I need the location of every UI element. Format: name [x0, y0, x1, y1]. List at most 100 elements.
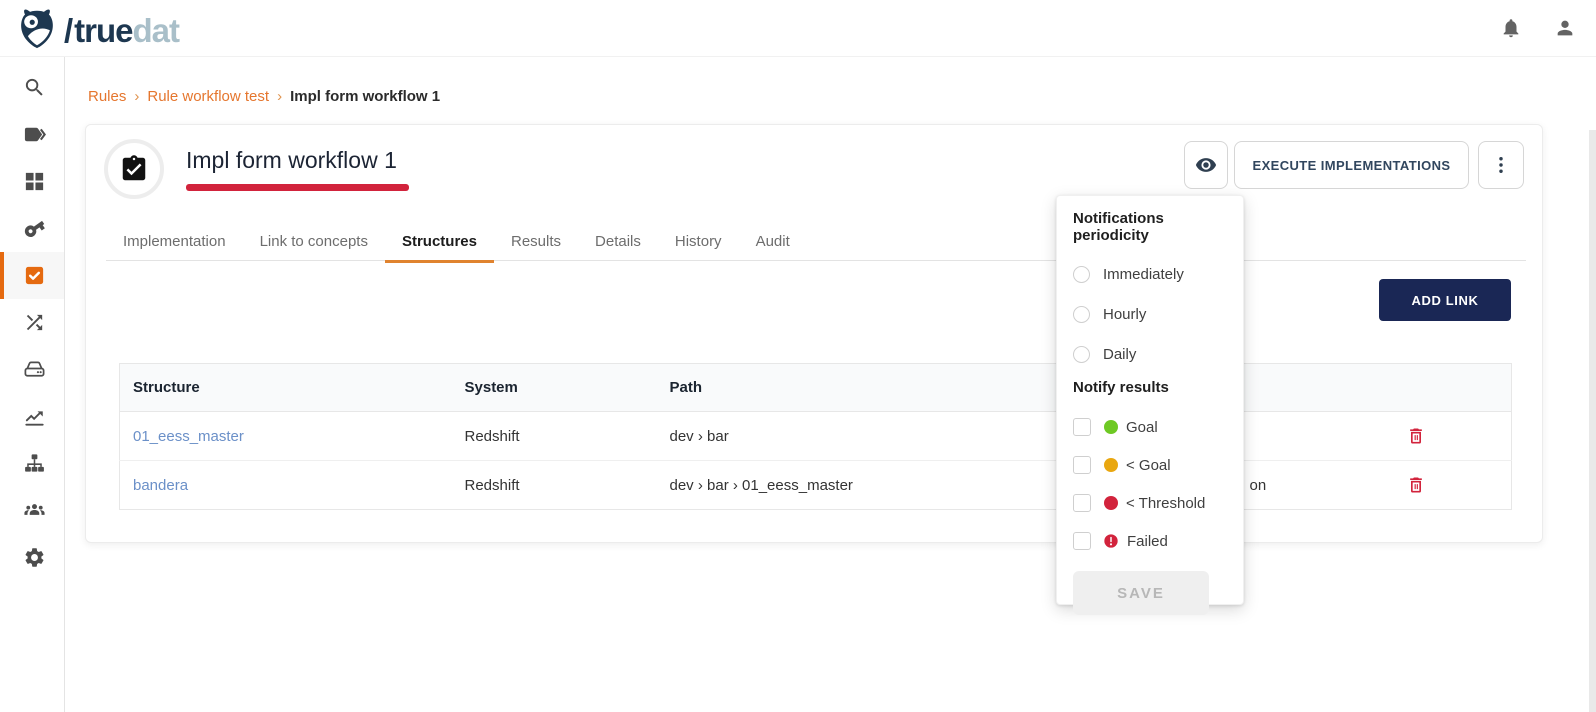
- implementation-avatar: [104, 139, 164, 199]
- search-icon: [23, 76, 46, 99]
- delete-trash-icon[interactable]: [1406, 426, 1426, 446]
- table-row: 01_eess_master Redshift dev › bar: [120, 412, 1512, 461]
- implementation-card: Impl form workflow 1 EXECUTE IMPLEMENTAT…: [85, 124, 1543, 543]
- owl-logo-icon: [14, 6, 60, 55]
- periodicity-option-hourly[interactable]: Hourly: [1073, 302, 1227, 326]
- column-header-path: Path: [657, 364, 1082, 412]
- sidebar-item-rules[interactable]: [0, 252, 64, 299]
- sidebar-item-tags[interactable]: [0, 111, 64, 158]
- breadcrumb-separator: ›: [277, 88, 282, 105]
- tab-bar: Implementation Link to concepts Structur…: [106, 223, 1526, 261]
- breadcrumb-separator: ›: [134, 88, 139, 105]
- sidebar-item-systems[interactable]: [0, 346, 64, 393]
- add-link-button[interactable]: ADD LINK: [1379, 279, 1511, 321]
- checkbox-label: < Threshold: [1126, 495, 1205, 512]
- tab-structures[interactable]: Structures: [385, 223, 494, 263]
- tab-audit[interactable]: Audit: [739, 223, 807, 263]
- sidebar-nav: [0, 57, 65, 712]
- truedat-logo[interactable]: /truedat: [14, 6, 179, 55]
- checkbox-failed[interactable]: [1073, 532, 1091, 550]
- rules-checkbox-icon: [23, 264, 46, 287]
- checkbox-below-threshold[interactable]: [1073, 494, 1091, 512]
- top-bar: /truedat: [0, 0, 1596, 57]
- table-header-row: Structure System Path: [120, 364, 1512, 412]
- notifications-popup: Notifications periodicity Immediately Ho…: [1056, 195, 1244, 605]
- radio-hourly[interactable]: [1073, 306, 1090, 323]
- column-header-actions: [1322, 364, 1512, 412]
- below-goal-status-dot: [1104, 458, 1118, 472]
- kebab-menu-icon: [1490, 154, 1512, 176]
- grid-icon: [23, 170, 46, 193]
- brand-wordmark: /truedat: [64, 12, 179, 50]
- tab-history[interactable]: History: [658, 223, 739, 263]
- sidebar-item-users[interactable]: [0, 487, 64, 534]
- column-header-structure: Structure: [120, 364, 452, 412]
- key-icon: [23, 217, 46, 240]
- sidebar-item-search[interactable]: [0, 64, 64, 111]
- breadcrumb-current: Impl form workflow 1: [290, 88, 440, 105]
- checkbox-label: Goal: [1126, 419, 1158, 436]
- radio-daily[interactable]: [1073, 346, 1090, 363]
- tab-link-to-concepts[interactable]: Link to concepts: [243, 223, 385, 263]
- breadcrumb: Rules › Rule workflow test › Impl form w…: [88, 88, 440, 105]
- sidebar-item-quality-insights[interactable]: [0, 393, 64, 440]
- tab-implementation[interactable]: Implementation: [106, 223, 243, 263]
- breadcrumb-rule-workflow-test[interactable]: Rule workflow test: [147, 88, 269, 105]
- radio-label: Hourly: [1103, 306, 1146, 323]
- vertical-scrollbar[interactable]: [1589, 130, 1596, 712]
- tab-results[interactable]: Results: [494, 223, 578, 263]
- structures-table: Structure System Path 01_eess_master Red…: [119, 363, 1512, 510]
- tags-icon: [23, 123, 46, 146]
- error-icon: [1103, 533, 1119, 549]
- radio-label: Immediately: [1103, 266, 1184, 283]
- sidebar-item-settings[interactable]: [0, 534, 64, 581]
- periodicity-option-daily[interactable]: Daily: [1073, 342, 1227, 366]
- periodicity-option-immediately[interactable]: Immediately: [1073, 262, 1227, 286]
- radio-immediately[interactable]: [1073, 266, 1090, 283]
- structure-link[interactable]: 01_eess_master: [133, 428, 244, 445]
- checkbox-below-goal[interactable]: [1073, 456, 1091, 474]
- system-cell: Redshift: [452, 461, 657, 510]
- save-button[interactable]: SAVE: [1073, 571, 1209, 615]
- execute-implementations-button[interactable]: EXECUTE IMPLEMENTATIONS: [1234, 141, 1469, 189]
- clipboard-check-icon: [119, 154, 149, 184]
- structure-link[interactable]: bandera: [133, 477, 188, 494]
- sidebar-item-dashboard[interactable]: [0, 158, 64, 205]
- sidebar-item-lineage[interactable]: [0, 299, 64, 346]
- bell-icon[interactable]: [1500, 17, 1522, 39]
- below-threshold-status-dot: [1104, 496, 1118, 510]
- notify-option-below-threshold[interactable]: < Threshold: [1073, 491, 1227, 515]
- settings-icon: [23, 546, 46, 569]
- checkbox-goal[interactable]: [1073, 418, 1091, 436]
- system-cell: Redshift: [452, 412, 657, 461]
- sidebar-item-permissions[interactable]: [0, 205, 64, 252]
- title-underline-bar: [186, 184, 409, 191]
- sitemap-icon: [23, 452, 46, 475]
- user-icon[interactable]: [1554, 17, 1576, 39]
- notifications-periodicity-title: Notifications periodicity: [1073, 210, 1227, 244]
- column-header-system: System: [452, 364, 657, 412]
- tab-details[interactable]: Details: [578, 223, 658, 263]
- breadcrumb-rules[interactable]: Rules: [88, 88, 126, 105]
- path-cell: dev › bar: [657, 412, 1082, 461]
- delete-trash-icon[interactable]: [1406, 475, 1426, 495]
- notify-results-title: Notify results: [1073, 379, 1227, 396]
- notify-option-below-goal[interactable]: < Goal: [1073, 453, 1227, 477]
- drive-icon: [23, 358, 46, 381]
- sidebar-item-taxonomy[interactable]: [0, 440, 64, 487]
- preview-eye-button[interactable]: [1184, 141, 1228, 189]
- radio-label: Daily: [1103, 346, 1136, 363]
- path-cell: dev › bar › 01_eess_master: [657, 461, 1082, 510]
- notify-option-failed[interactable]: Failed: [1073, 529, 1227, 553]
- goal-status-dot: [1104, 420, 1118, 434]
- page-title: Impl form workflow 1: [186, 147, 397, 174]
- notify-option-goal[interactable]: Goal: [1073, 415, 1227, 439]
- checkbox-label: Failed: [1127, 533, 1168, 550]
- table-row: bandera Redshift dev › bar › 01_eess_mas…: [120, 461, 1512, 510]
- kebab-menu-button[interactable]: [1478, 141, 1524, 189]
- shuffle-icon: [23, 311, 46, 334]
- eye-icon: [1195, 154, 1217, 176]
- chart-icon: [23, 405, 46, 428]
- checkbox-label: < Goal: [1126, 457, 1171, 474]
- users-icon: [23, 499, 46, 522]
